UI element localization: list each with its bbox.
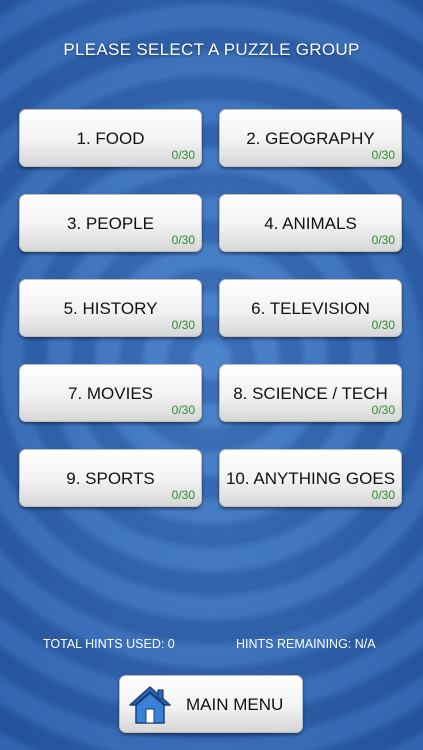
page-title: PLEASE SELECT A PUZZLE GROUP [63, 40, 360, 59]
group-label: 3. PEOPLE [67, 214, 154, 233]
group-button-people[interactable]: 3. PEOPLE 0/30 [19, 194, 202, 252]
group-button-food[interactable]: 1. FOOD 0/30 [19, 109, 202, 167]
hints-remaining: HINTS REMAINING: N/A [236, 637, 376, 651]
group-button-animals[interactable]: 4. ANIMALS 0/30 [219, 194, 402, 252]
group-label: 7. MOVIES [67, 384, 154, 403]
home-icon [129, 686, 171, 724]
group-progress: 0/30 [171, 148, 195, 162]
group-button-history[interactable]: 5. HISTORY 0/30 [19, 279, 202, 337]
group-button-television[interactable]: 6. TELEVISION 0/30 [219, 279, 402, 337]
group-progress: 0/30 [171, 318, 195, 332]
group-button-movies[interactable]: 7. MOVIES 0/30 [19, 364, 202, 422]
group-label: 4. ANIMALS [264, 214, 357, 233]
group-button-geography[interactable]: 2. GEOGRAPHY 0/30 [219, 109, 402, 167]
group-label: 1. FOOD [76, 129, 145, 148]
main-menu-button[interactable]: MAIN MENU [119, 675, 303, 733]
group-label: 10. ANYTHING GOES [225, 469, 396, 488]
group-label: 5. HISTORY [63, 299, 158, 318]
group-progress: 0/30 [371, 403, 395, 417]
group-label: 6. TELEVISION [251, 299, 370, 318]
group-progress: 0/30 [371, 318, 395, 332]
group-button-science-tech[interactable]: 8. SCIENCE / TECH 0/30 [219, 364, 402, 422]
group-progress: 0/30 [171, 233, 195, 247]
group-button-anything-goes[interactable]: 10. ANYTHING GOES 0/30 [219, 449, 402, 507]
group-progress: 0/30 [371, 488, 395, 502]
group-label: 9. SPORTS [66, 469, 155, 488]
group-label: 8. SCIENCE / TECH [233, 384, 388, 403]
hints-used: TOTAL HINTS USED: 0 [43, 637, 175, 651]
group-progress: 0/30 [371, 233, 395, 247]
main-menu-label: MAIN MENU [186, 695, 284, 714]
group-progress: 0/30 [371, 148, 395, 162]
group-button-sports[interactable]: 9. SPORTS 0/30 [19, 449, 202, 507]
group-label: 2. GEOGRAPHY [246, 129, 375, 148]
group-progress: 0/30 [171, 488, 195, 502]
group-progress: 0/30 [171, 403, 195, 417]
